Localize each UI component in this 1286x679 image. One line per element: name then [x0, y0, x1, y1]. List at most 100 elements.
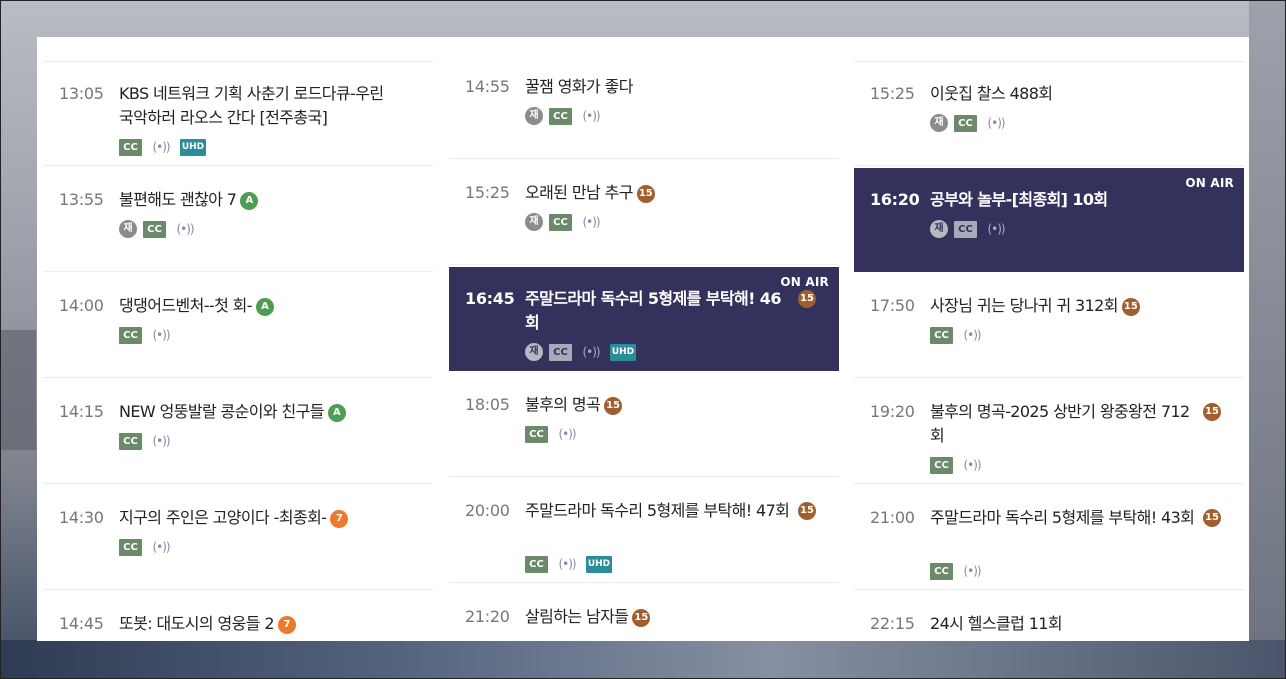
- program-time: 13:05: [59, 84, 104, 103]
- program-item[interactable]: 13:05 KBS 네트워크 기획 사춘기 로드다큐-우린 국악하러 라오스 간다…: [43, 62, 433, 166]
- on-air-badge: ON AIR: [780, 275, 829, 289]
- closed-caption-icon: CC: [525, 425, 548, 443]
- closed-caption-icon: CC: [143, 220, 166, 238]
- on-air-badge: ON AIR: [1185, 176, 1234, 190]
- program-time: 14:30: [59, 508, 104, 527]
- program-badges: CC (•)): [930, 562, 985, 580]
- program-title[interactable]: 이웃집 찰스 488회: [930, 84, 1053, 103]
- program-badges: CC (•)) UHD: [525, 555, 612, 573]
- program-title-wrap: 불편해도 괜찮아 7A: [119, 188, 384, 212]
- program-time: 15:25: [870, 84, 915, 103]
- program-title[interactable]: 댕댕어드벤처--첫 회-: [119, 296, 253, 315]
- program-title[interactable]: 불후의 명곡: [525, 395, 601, 414]
- program-title[interactable]: 공부와 놀부-[최종회] 10회: [930, 190, 1108, 209]
- program-title[interactable]: 또봇: 대도시의 영웅들 2: [119, 614, 275, 633]
- program-time: 16:20: [870, 190, 920, 209]
- program-title-wrap: 불후의 명곡 15: [525, 393, 790, 417]
- program-item[interactable]: 18:05 불후의 명곡 15 CC (•)): [449, 373, 839, 477]
- age-rating-icon: 15: [798, 290, 816, 308]
- program-badges: 재 CC (•)) UHD: [525, 343, 636, 361]
- program-item[interactable]: 14:45 또봇: 대도시의 영웅들 27: [43, 592, 433, 641]
- rerun-icon: 재: [930, 114, 948, 132]
- program-item[interactable]: 15:25 이웃집 찰스 488회재 CC (•)): [854, 62, 1244, 166]
- program-item[interactable]: 21:00 주말드라마 독수리 5형제를 부탁해! 43회 15 CC (•)): [854, 486, 1244, 590]
- program-badges: 재 CC (•)): [525, 107, 604, 125]
- program-item[interactable]: 20:00 주말드라마 독수리 5형제를 부탁해! 47회 15 CC (•)) UHD: [449, 479, 839, 583]
- program-item[interactable]: 21:20 살림하는 남자들 15: [449, 585, 839, 641]
- program-badges: CC (•)): [930, 326, 985, 344]
- program-title[interactable]: KBS 네트워크 기획 사춘기 로드다큐-우린 국악하러 라오스 간다 [전주총…: [119, 84, 384, 127]
- audio-description-icon: (•)): [152, 328, 170, 342]
- audio-description-icon: (•)): [582, 215, 600, 229]
- audio-description-icon: (•)): [558, 427, 576, 441]
- program-title[interactable]: 불편해도 괜찮아 7: [119, 190, 237, 209]
- program-badges: 재 CC (•)): [525, 213, 604, 231]
- program-title[interactable]: 주말드라마 독수리 5형제를 부탁해! 47회: [525, 501, 790, 520]
- background-wall: [0, 330, 36, 450]
- audio-description-icon: (•)): [558, 557, 576, 571]
- schedule-column-3: 15:25 이웃집 찰스 488회 재 CC (•)) 16:20 공부와 놀부-[최종회]…: [854, 37, 1244, 641]
- closed-caption-icon: CC: [119, 538, 142, 556]
- audio-description-icon: (•)): [963, 564, 981, 578]
- program-item[interactable]: 19:20 불후의 명곡-2025 상반기 왕중왕전 712회 15 CC (•)): [854, 380, 1244, 484]
- age-rating-icon: 7: [277, 615, 296, 634]
- closed-caption-icon: CC: [549, 107, 572, 125]
- background-floor: [0, 640, 1286, 679]
- program-title-wrap: 살림하는 남자들 15: [525, 605, 790, 629]
- program-time: 21:20: [465, 607, 510, 626]
- program-time: 18:05: [465, 395, 510, 414]
- program-item[interactable]: 22:15 24시 헬스클럽 11회: [854, 592, 1244, 641]
- program-title[interactable]: 꿀잼 영화가 좋다: [525, 77, 633, 96]
- program-title-wrap: 공부와 놀부-[최종회] 10회: [930, 188, 1195, 212]
- program-title[interactable]: 24시 헬스클럽 11회: [930, 614, 1063, 633]
- program-title[interactable]: 오래된 만남 추구: [525, 183, 633, 202]
- program-item[interactable]: 14:55 꿀잼 영화가 좋다재 CC (•)): [449, 55, 839, 159]
- program-title[interactable]: 불후의 명곡-2025 상반기 왕중왕전 712회: [930, 402, 1190, 445]
- program-title-wrap: NEW 엉뚱발랄 콩순이와 친구들 A: [119, 400, 384, 424]
- program-item[interactable]: 13:55 불편해도 괜찮아 7 A 재 CC (•)): [43, 168, 433, 272]
- program-title-wrap: 사장님 귀는 당나귀 귀 312회 15: [930, 294, 1195, 318]
- program-title[interactable]: 주말드라마 독수리 5형제를 부탁해! 43회: [930, 508, 1195, 527]
- audio-description-icon: (•)): [152, 140, 170, 154]
- program-item[interactable]: 17:50 사장님 귀는 당나귀 귀 312회 15 CC (•)): [854, 274, 1244, 378]
- age-rating-icon: A: [255, 297, 274, 316]
- program-item[interactable]: 14:30 지구의 주인은 고양이다 -최종회- 7 CC (•)): [43, 486, 433, 590]
- audio-description-icon: (•)): [152, 540, 170, 554]
- program-time: 22:15: [870, 614, 915, 633]
- program-title-wrap: 댕댕어드벤처--첫 회- A: [119, 294, 384, 318]
- program-time: 14:45: [59, 614, 104, 633]
- program-item[interactable]: 14:00 댕댕어드벤처--첫 회- A CC (•)): [43, 274, 433, 378]
- program-title-wrap: 오래된 만남 추구 15: [525, 181, 790, 205]
- closed-caption-icon: CC: [119, 326, 142, 344]
- program-badges: CC (•)): [119, 326, 174, 344]
- rerun-icon: 재: [119, 220, 137, 238]
- program-item[interactable]: 15:25 오래된 만남 추구 15 재 CC (•)): [449, 161, 839, 265]
- program-title-wrap: KBS 네트워크 기획 사춘기 로드다큐-우린 국악하러 라오스 간다 [전주총…: [119, 82, 384, 130]
- audio-description-icon: (•)): [987, 116, 1005, 130]
- program-title[interactable]: 살림하는 남자들: [525, 607, 629, 626]
- closed-caption-icon: CC: [954, 220, 977, 238]
- schedule-column-1: 13:05 KBS 네트워크 기획 사춘기 로드다큐-우린 국악하러 라오스 간다…: [43, 37, 433, 641]
- program-time: 17:50: [870, 296, 915, 315]
- age-rating-icon: A: [327, 403, 346, 422]
- program-time: 14:55: [465, 77, 510, 96]
- program-title[interactable]: NEW 엉뚱발랄 콩순이와 친구들: [119, 402, 324, 421]
- program-title-wrap: 주말드라마 독수리 5형제를 부탁해! 43회 15: [930, 506, 1221, 530]
- program-item[interactable]: 14:15 NEW 엉뚱발랄 콩순이와 친구들 A CC (•)): [43, 380, 433, 484]
- program-title-wrap: 주말드라마 독수리 5형제를 부탁해! 46회 15: [525, 287, 816, 335]
- age-rating-icon: 15: [798, 502, 816, 520]
- program-title[interactable]: 사장님 귀는 당나귀 귀 312회: [930, 296, 1118, 315]
- age-rating-icon: 15: [636, 184, 655, 203]
- program-item-on-air[interactable]: 16:45 주말드라마 독수리 5형제를 부탁해! 46회 15 재 CC (•)) UHD…: [449, 267, 839, 371]
- uhd-icon: UHD: [586, 555, 612, 573]
- age-rating-icon: 15: [1203, 509, 1221, 527]
- closed-caption-icon: CC: [119, 138, 142, 156]
- audio-description-icon: (•)): [152, 434, 170, 448]
- rerun-icon: 재: [525, 213, 543, 231]
- closed-caption-icon: CC: [954, 114, 977, 132]
- closed-caption-icon: CC: [525, 555, 548, 573]
- top-divider: [43, 37, 433, 62]
- program-item-on-air[interactable]: 16:20 공부와 놀부-[최종회] 10회 재 CC (•)) ON AIR: [854, 168, 1244, 272]
- program-title[interactable]: 지구의 주인은 고양이다 -최종회-: [119, 508, 327, 527]
- program-title[interactable]: 주말드라마 독수리 5형제를 부탁해! 46회: [525, 289, 781, 332]
